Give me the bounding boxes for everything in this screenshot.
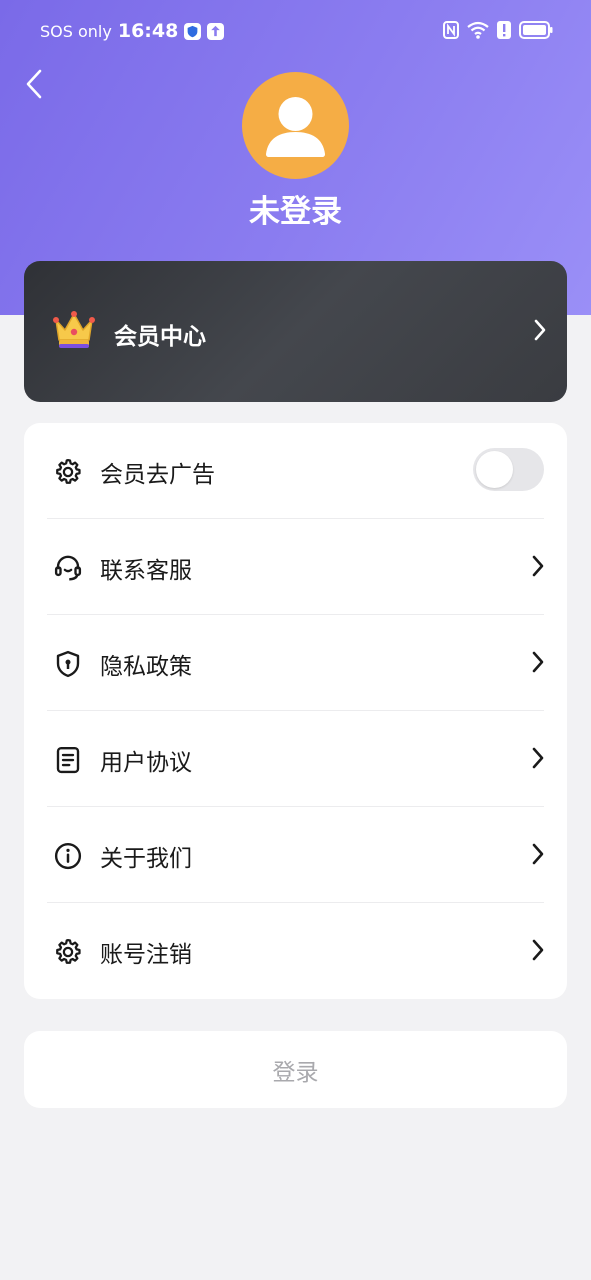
back-button[interactable] [16,66,52,102]
status-bar-left: SOS only 16:48 [40,20,225,42]
menu-item-delete-account[interactable]: 账号注销 [24,903,567,999]
status-bar: SOS only 16:48 [0,0,591,66]
info-icon [52,840,84,872]
menu-item-label: 隐私政策 [100,654,192,680]
shield-lock-icon [52,648,84,680]
menu-item-about-us[interactable]: 关于我们 [24,807,567,903]
shield-badge-icon [184,22,202,40]
carrier-text: SOS only [40,21,112,41]
menu-item-customer-service[interactable]: 联系客服 [24,519,567,615]
settings-menu: 会员去广告 联系客服 隐私政策 用户协议 关于我们 账号注销 [24,423,567,999]
avatar[interactable] [242,72,349,179]
gear-icon [52,456,84,488]
menu-item-label: 用户协议 [100,750,192,776]
menu-item-label: 联系客服 [100,558,192,584]
menu-item-user-agreement[interactable]: 用户协议 [24,711,567,807]
document-icon [52,744,84,776]
user-silhouette-icon [266,97,325,157]
nfc-icon [443,21,459,39]
menu-item-label: 关于我们 [100,846,192,872]
remove-ads-toggle[interactable] [473,448,544,491]
vip-center-card[interactable]: 会员中心 [24,261,567,402]
chevron-right-icon [532,747,544,769]
vip-center-title: 会员中心 [114,324,206,350]
battery-icon [519,21,553,39]
chevron-right-icon [532,843,544,865]
menu-item-label: 账号注销 [100,942,192,968]
toggle-knob [476,451,513,488]
clock-text: 16:48 [117,20,179,42]
chevron-left-icon [26,69,42,99]
chevron-right-icon [532,651,544,673]
crown-icon [53,311,95,348]
chevron-right-icon [532,555,544,577]
user-name[interactable]: 未登录 [0,186,591,231]
alert-icon [497,21,511,39]
status-bar-right [443,21,553,39]
menu-item-label: 会员去广告 [100,462,215,488]
headset-icon [52,552,84,584]
wifi-icon [467,21,489,39]
login-button[interactable]: 登录 [24,1031,567,1108]
screen: SOS only 16:48 未登录 会员中心 会员去广告 联系客服 隐私政策 … [0,0,591,1280]
gear-icon [52,936,84,968]
menu-item-remove-ads: 会员去广告 [24,423,567,519]
chevron-right-icon [532,939,544,961]
chevron-right-icon [534,319,546,341]
menu-item-privacy-policy[interactable]: 隐私政策 [24,615,567,711]
upload-badge-icon [207,22,225,40]
